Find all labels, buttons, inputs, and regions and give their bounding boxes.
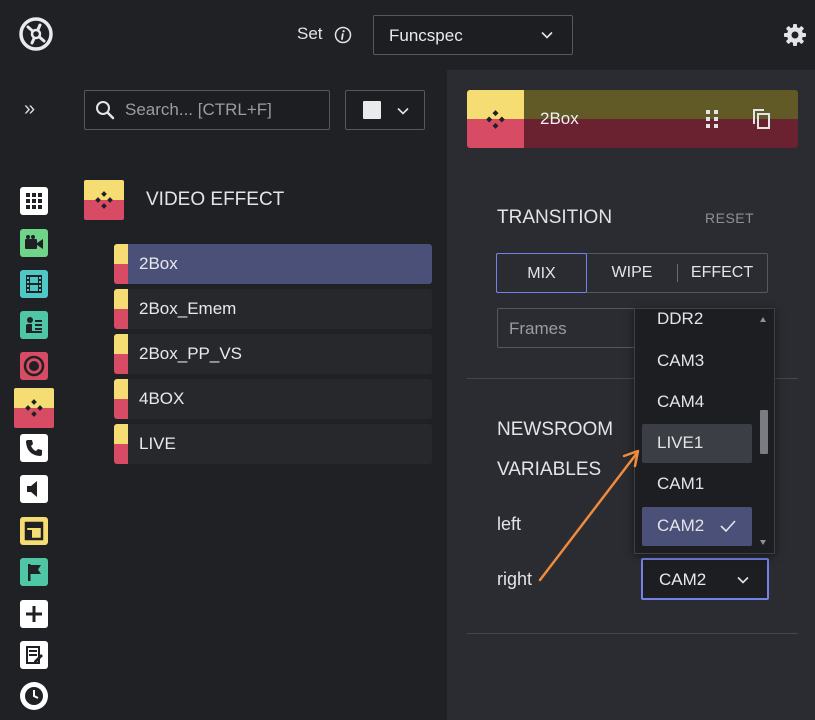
set-label: Set: [297, 24, 323, 43]
info-icon[interactable]: [334, 26, 352, 44]
right-variable-label: right: [497, 569, 533, 589]
search-input[interactable]: [125, 99, 325, 121]
source-dropdown-menu: DDR2 CAM3 CAM4 LIVE1 CAM1 CAM2: [634, 308, 775, 554]
left-variable-label: left: [497, 514, 522, 534]
dropdown-option[interactable]: CAM4: [642, 383, 752, 422]
search-icon: [96, 101, 115, 120]
transition-title: TRANSITION: [497, 207, 613, 228]
list-item[interactable]: 2Box_PP_VS: [114, 334, 432, 374]
dropdown-option-label: LIVE1: [657, 433, 704, 452]
dropdown-option-label: DDR2: [657, 309, 704, 328]
copy-icon[interactable]: [751, 108, 771, 130]
scroll-up-icon[interactable]: [760, 317, 766, 322]
list-item-label: 2Box_Emem: [139, 299, 237, 318]
video-effect-icon[interactable]: [14, 388, 54, 428]
color-swatch: [363, 101, 381, 119]
list-item-label: 2Box_PP_VS: [139, 344, 243, 363]
list-item-label: 2Box: [139, 254, 178, 273]
newsroom-variables-title: NEWSROOM: [497, 419, 614, 440]
presenter-icon[interactable]: [20, 311, 48, 339]
list-item[interactable]: 4BOX: [114, 379, 432, 419]
drag-handle-icon[interactable]: [705, 109, 719, 129]
scroll-down-icon[interactable]: [760, 540, 766, 545]
checkmark-icon: [720, 520, 736, 532]
set-select-value: Funcspec: [389, 26, 463, 45]
dropdown-option-label: CAM1: [657, 474, 705, 493]
transition-effect-option[interactable]: EFFECT: [677, 254, 767, 292]
dropdown-option-label: CAM3: [657, 351, 705, 370]
dropdown-option-label: CAM2: [657, 516, 705, 535]
dropdown-option-label: CAM4: [657, 392, 705, 411]
right-variable-select[interactable]: CAM2: [641, 558, 769, 600]
clock-icon[interactable]: [20, 682, 48, 710]
camera-icon[interactable]: [20, 229, 48, 257]
dropdown-option-hovered[interactable]: LIVE1: [642, 424, 752, 463]
transition-wipe-option[interactable]: WIPE: [587, 254, 677, 292]
gear-icon[interactable]: [783, 23, 807, 47]
chevron-down-icon: [397, 107, 409, 115]
grid-icon[interactable]: [20, 187, 48, 215]
set-select[interactable]: Funcspec: [373, 15, 573, 55]
category-title: VIDEO EFFECT: [146, 189, 285, 210]
video-effect-icon: [486, 110, 505, 129]
dropdown-option-selected[interactable]: CAM2: [642, 507, 752, 546]
expand-sidebar-icon[interactable]: »: [24, 98, 44, 120]
newsroom-variables-title-line2: VARIABLES: [497, 459, 602, 480]
selected-item-header: 2Box: [467, 90, 798, 148]
list-item-label: LIVE: [139, 434, 176, 453]
list-item[interactable]: LIVE: [114, 424, 432, 464]
list-item-label: 4BOX: [139, 389, 185, 408]
phone-icon[interactable]: [20, 434, 48, 462]
edit-list-icon[interactable]: [20, 641, 48, 669]
layout-icon[interactable]: [20, 517, 48, 545]
chevron-down-icon: [541, 31, 553, 39]
chevron-down-icon: [737, 576, 749, 584]
film-icon[interactable]: [20, 270, 48, 298]
scrollbar-thumb[interactable]: [760, 410, 768, 454]
list-item[interactable]: 2Box: [114, 244, 432, 284]
dropdown-option[interactable]: DDR2: [642, 309, 752, 339]
search-box[interactable]: [84, 90, 330, 130]
divider: [467, 633, 798, 634]
video-effect-category-icon: [84, 180, 124, 220]
dropdown-option[interactable]: CAM3: [642, 342, 752, 381]
list-item[interactable]: 2Box_Emem: [114, 289, 432, 329]
app-logo-icon[interactable]: [18, 16, 54, 52]
frames-input[interactable]: Frames: [497, 308, 647, 348]
frames-placeholder: Frames: [509, 319, 567, 338]
speaker-icon[interactable]: [20, 475, 48, 503]
right-variable-value: CAM2: [659, 570, 707, 589]
reset-button[interactable]: RESET: [705, 210, 754, 226]
panel-title: 2Box: [540, 109, 579, 128]
flag-icon[interactable]: [20, 558, 48, 586]
record-icon[interactable]: [20, 352, 48, 380]
transition-selector: MIX WIPE EFFECT: [496, 253, 768, 293]
transition-mix-option[interactable]: MIX: [496, 253, 587, 293]
add-icon[interactable]: [20, 600, 48, 628]
color-filter-select[interactable]: [345, 90, 425, 130]
dropdown-option[interactable]: CAM1: [642, 465, 752, 504]
